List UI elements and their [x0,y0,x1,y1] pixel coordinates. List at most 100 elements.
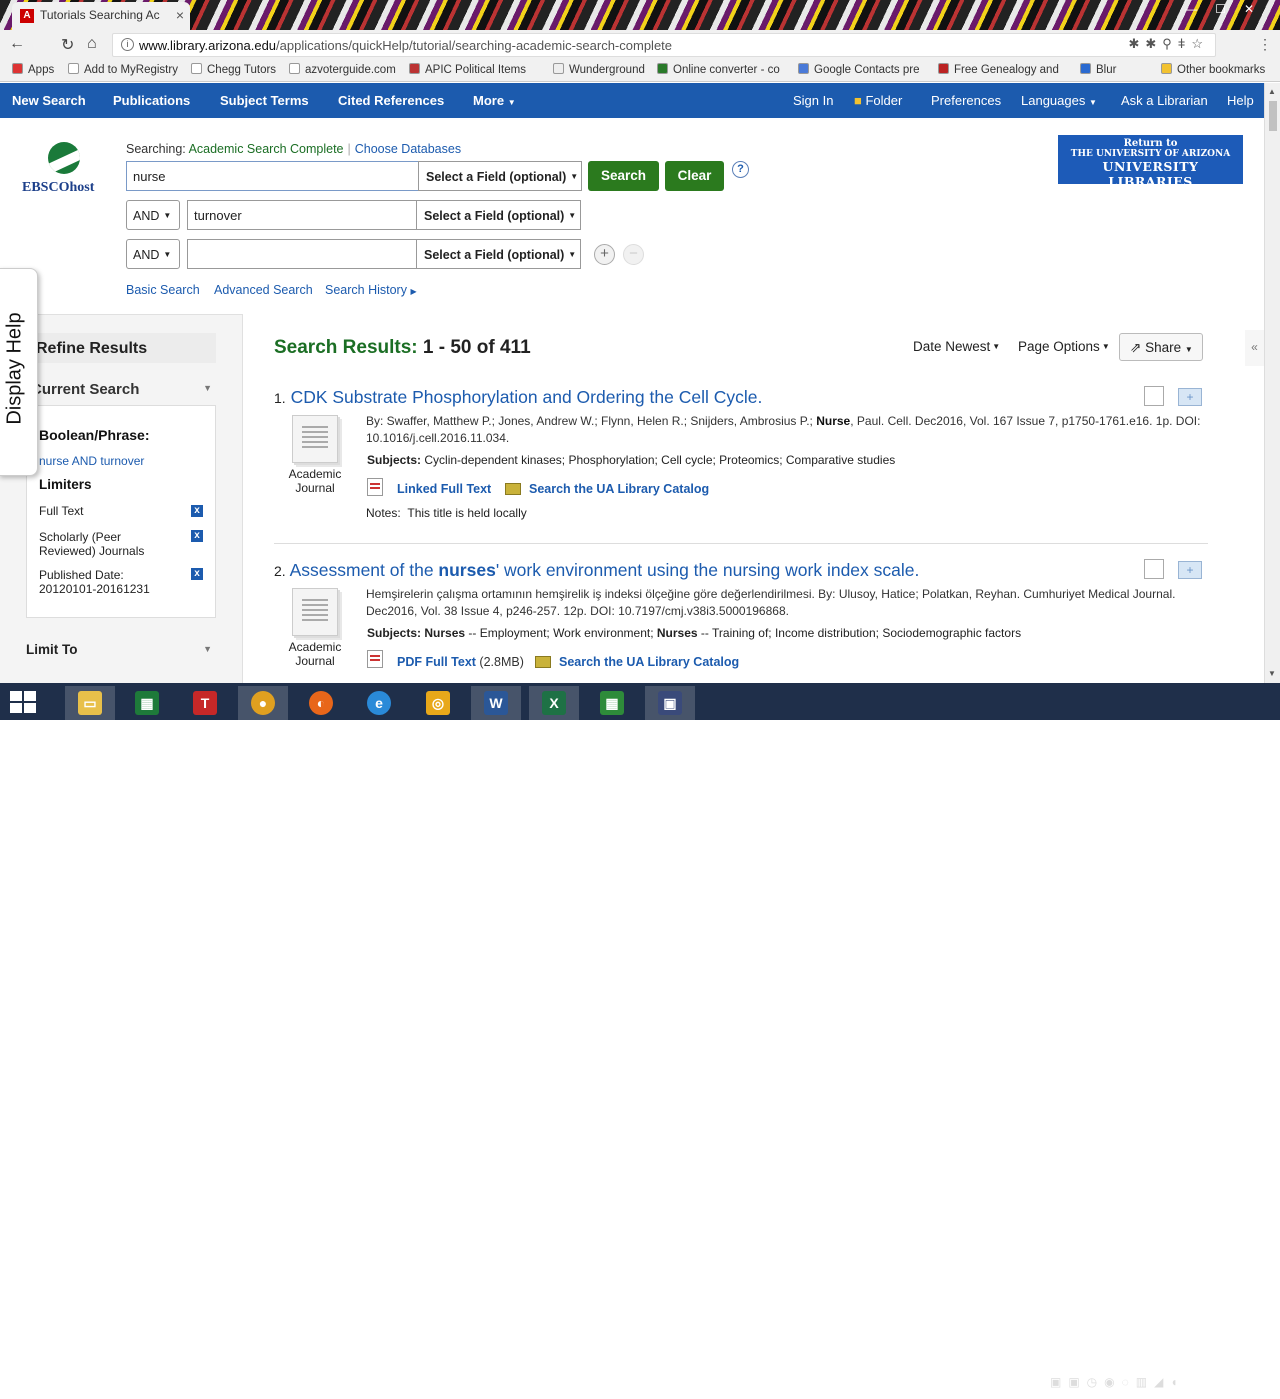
journal-icon [292,415,338,463]
bookmark-item[interactable]: Blur [1080,63,1116,76]
extension-icons[interactable]: ✱✱⚲ǂ☆ [1128,36,1209,52]
result-title-2[interactable]: 2. Assessment of the nurses' work enviro… [274,560,919,581]
chrome-menu-icon[interactable]: ⋮ [1258,36,1272,53]
bookmark-item[interactable]: Other bookmarks [1161,63,1265,76]
bool-select-2[interactable]: AND ▼ [126,200,180,230]
bookmark-item[interactable]: Chegg Tutors [191,63,276,76]
boolean-phrase-value[interactable]: nurse AND turnover [39,454,144,468]
bookmark-item[interactable]: azvoterguide.com [289,63,396,76]
internet-explorer-icon[interactable]: e [354,686,404,720]
bookmark-item[interactable]: Add to MyRegistry [68,63,178,76]
field-select-2[interactable]: Select a Field (optional) ▼ [416,200,581,230]
share-button[interactable]: ⇗ Share ▼ [1119,333,1203,361]
journal-icon [292,588,338,636]
library-catalog-icon [535,656,551,668]
bookmark-item[interactable]: Google Contacts pre [798,63,919,76]
limit-to-toggle[interactable]: Limit To ▼ [26,642,216,657]
scroll-up-icon[interactable]: ▲ [1268,87,1276,96]
help-icon[interactable]: ? [732,161,749,178]
search-history-label: Search History [325,283,407,297]
ua-catalog-link[interactable]: Search the UA Library Catalog [529,482,709,496]
desktop-toolbar-label[interactable]: Desktop [984,1377,1028,1391]
nav-preferences[interactable]: Preferences [931,93,1001,108]
field-select-1[interactable]: Select a Field (optional) ▼ [418,161,582,191]
meta-highlight: Nurse [816,414,851,428]
clock-time: 6:26 PM [1220,1372,1262,1384]
browser-tab[interactable]: A Tutorials Searching Ac × [12,2,190,30]
nav-new-search[interactable]: New Search [12,93,86,108]
field-select-3[interactable]: Select a Field (optional) ▼ [416,239,581,269]
search-input-3[interactable] [187,239,417,269]
windows-start-icon[interactable] [10,691,36,713]
bool-select-3[interactable]: AND ▼ [126,239,180,269]
database-name: Academic Search Complete [188,142,344,156]
nav-help[interactable]: Help [1227,93,1254,108]
field-select-label: Select a Field (optional) [426,170,567,184]
clear-button[interactable]: Clear [665,161,724,191]
pdf-full-text-link[interactable]: PDF Full Text (2.8MB) [397,655,524,669]
search-input-2[interactable]: turnover [187,200,417,230]
page-scrollbar[interactable]: ▲ ▼ [1264,83,1280,683]
nav-ask-librarian[interactable]: Ask a Librarian [1121,93,1208,108]
taskbar-clock[interactable]: 6:26 PM 1/7/2017 [1213,1371,1269,1399]
ua-libraries-banner[interactable]: Return to THE UNIVERSITY OF ARIZONA UNIV… [1058,135,1243,189]
nav-languages[interactable]: Languages ▼ [1021,93,1097,108]
word-icon[interactable]: W [471,686,521,720]
nav-cited-references[interactable]: Cited References [338,93,444,108]
basic-search-link[interactable]: Basic Search [126,283,200,297]
ua-catalog-link[interactable]: Search the UA Library Catalog [559,655,739,669]
search-history-link[interactable]: Search History ▶ [325,283,417,297]
remove-limiter-icon[interactable]: x [191,568,203,580]
advanced-search-link[interactable]: Advanced Search [214,283,313,297]
reload-icon[interactable]: ↻ [61,35,74,55]
ebscohost-logo[interactable]: EBSCOhost [22,140,112,200]
scrollbar-thumb[interactable] [1269,101,1277,131]
search-input-1[interactable]: nurse [126,161,419,191]
home-icon[interactable]: ⌂ [87,35,97,53]
nav-more[interactable]: More ▼ [473,93,516,108]
linked-full-text-link[interactable]: Linked Full Text [397,482,491,496]
preview-icon[interactable] [1144,386,1164,406]
window-controls[interactable]: —☐✕ [1185,2,1272,16]
choose-databases-link[interactable]: Choose Databases [355,142,461,156]
bookmark-item[interactable]: Free Genealogy and [938,63,1059,76]
save-disk-icon[interactable]: ▣ [645,686,695,720]
search-button[interactable]: Search [588,161,659,191]
calculator-sheet-icon[interactable]: ▦ [587,686,637,720]
system-tray-icons[interactable]: ▣▣◷◉◌▥◢◖ [1050,1375,1185,1389]
text-app-icon[interactable]: T [180,686,230,720]
back-arrow-icon[interactable]: ← [9,35,25,53]
preview-icon[interactable] [1144,559,1164,579]
page-options-dropdown[interactable]: Page Options ▼ [1018,339,1110,354]
spreadsheet-app-icon[interactable]: ▦ [122,686,172,720]
bookmark-item[interactable]: APIC Political Items [409,63,526,76]
add-to-folder-icon[interactable]: + [1178,388,1202,406]
address-bar[interactable]: i www.library.arizona.edu/applications/q… [112,33,1216,57]
add-to-folder-icon[interactable]: + [1178,561,1202,579]
excel-icon[interactable]: X [529,686,579,720]
tips-app-icon[interactable]: ◎ [413,686,463,720]
chrome-icon[interactable]: ● [238,686,288,720]
info-icon[interactable]: i [121,38,134,51]
firefox-icon[interactable]: ◐ [296,686,346,720]
nav-subject-terms[interactable]: Subject Terms [220,93,309,108]
add-row-icon[interactable]: + [594,244,615,265]
current-search-toggle[interactable]: Current Search ▼ [26,381,216,398]
collapse-panel-icon[interactable]: « [1245,330,1264,366]
nav-folder[interactable]: ■ Folder [854,93,902,108]
sort-dropdown[interactable]: Date Newest ▼ [913,339,1000,354]
share-label: Share [1145,340,1182,355]
result-title-1[interactable]: 1. CDK Substrate Phosphorylation and Ord… [274,387,762,408]
bookmark-item[interactable]: Apps [12,63,54,76]
file-explorer-icon[interactable]: ▭ [65,686,115,720]
bookmark-item[interactable]: Wunderground [553,63,645,76]
nav-sign-in[interactable]: Sign In [793,93,833,108]
bookmark-item[interactable]: Online converter - co [657,63,780,76]
remove-limiter-icon[interactable]: x [191,505,203,517]
remove-limiter-icon[interactable]: x [191,530,203,542]
scroll-down-icon[interactable]: ▼ [1268,669,1276,678]
remove-row-icon[interactable]: − [623,244,644,265]
nav-publications[interactable]: Publications [113,93,190,108]
display-help-tab[interactable]: Display Help [0,268,38,476]
close-tab-icon[interactable]: × [176,7,184,23]
